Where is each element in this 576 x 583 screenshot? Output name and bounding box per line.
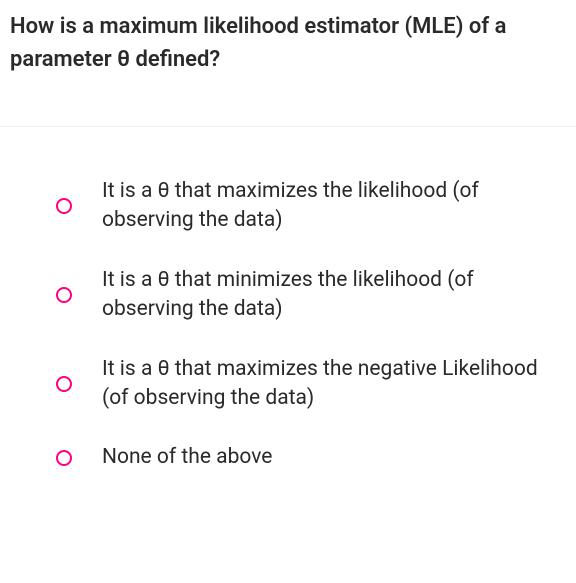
option-label: It is a θ that maximizes the likelihood …	[102, 177, 566, 236]
option-label: It is a θ that maximizes the negative Li…	[102, 355, 566, 414]
radio-icon[interactable]	[56, 287, 72, 303]
radio-icon[interactable]	[56, 376, 72, 392]
radio-icon[interactable]	[56, 198, 72, 214]
option-row[interactable]: It is a θ that minimizes the likelihood …	[56, 266, 566, 325]
question-text: How is a maximum likelihood estimator (M…	[10, 10, 566, 76]
option-row[interactable]: It is a θ that maximizes the likelihood …	[56, 177, 566, 236]
question-block: How is a maximum likelihood estimator (M…	[0, 0, 576, 76]
option-row[interactable]: None of the above	[56, 443, 566, 472]
option-label: None of the above	[102, 443, 272, 472]
option-label: It is a θ that minimizes the likelihood …	[102, 266, 566, 325]
option-row[interactable]: It is a θ that maximizes the negative Li…	[56, 355, 566, 414]
radio-icon[interactable]	[56, 450, 72, 466]
options-block: It is a θ that maximizes the likelihood …	[0, 127, 576, 513]
